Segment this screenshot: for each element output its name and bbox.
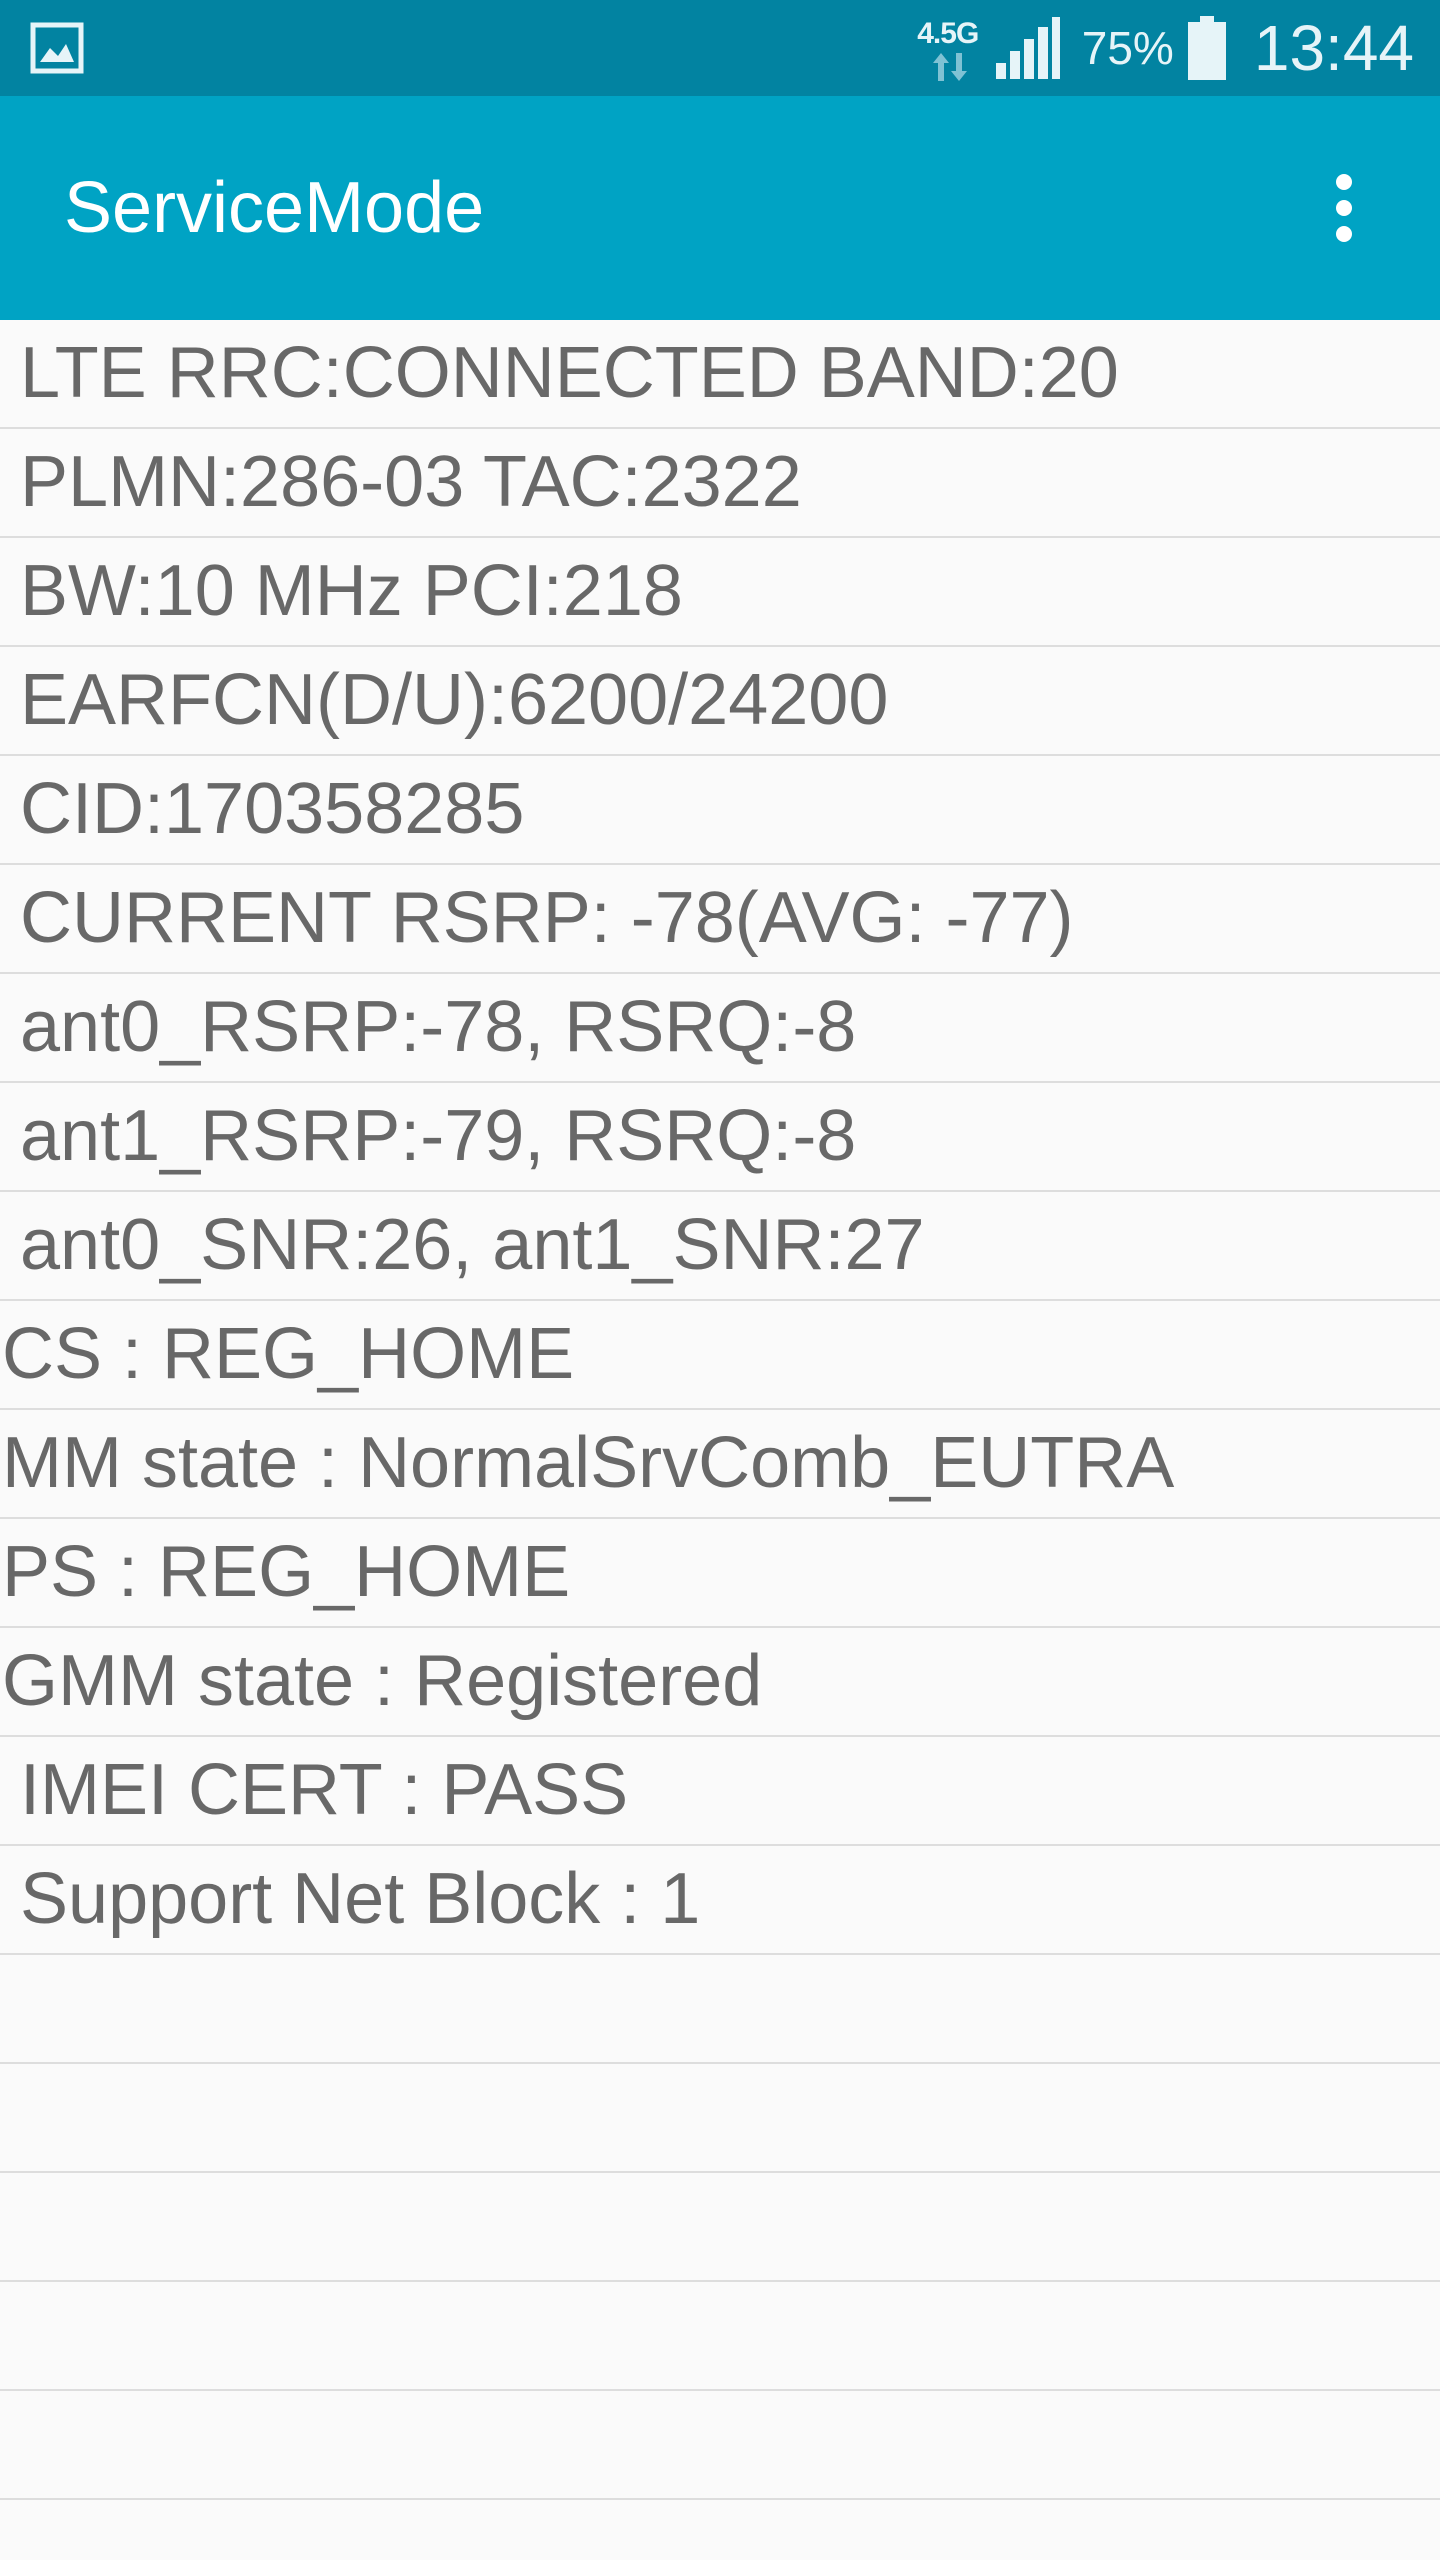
- list-item: ant0_SNR:26, ant1_SNR:27: [0, 1192, 1440, 1301]
- signal-icon: [995, 17, 1060, 79]
- app-bar: ServiceMode: [0, 96, 1440, 320]
- list-item-text: ant0_RSRP:-78, RSRQ:-8: [20, 987, 857, 1067]
- data-arrows-icon: [932, 53, 967, 81]
- list-item: LTE RRC:CONNECTED BAND:20: [0, 320, 1440, 429]
- list-item: MM state : NormalSrvComb_EUTRA: [0, 1410, 1440, 1519]
- list-item: CURRENT RSRP: -78(AVG: -77): [0, 865, 1440, 974]
- app-title: ServiceMode: [64, 168, 485, 248]
- battery-icon: [1187, 16, 1226, 80]
- list-item: PS : REG_HOME: [0, 1519, 1440, 1628]
- list-item-text: BW:10 MHz PCI:218: [20, 551, 683, 631]
- status-bar: 4.5G 75% 13:44: [0, 0, 1440, 96]
- list-item: [0, 2391, 1440, 2500]
- list-item: [0, 2282, 1440, 2391]
- clock: 13:44: [1253, 12, 1414, 84]
- list-item-text: CURRENT RSRP: -78(AVG: -77): [20, 878, 1074, 958]
- list-item-text: MM state : NormalSrvComb_EUTRA: [2, 1423, 1175, 1503]
- list-item: ant0_RSRP:-78, RSRQ:-8: [0, 974, 1440, 1083]
- more-vert-dot: [1336, 200, 1352, 216]
- list-item: BW:10 MHz PCI:218: [0, 538, 1440, 647]
- gallery-icon: [30, 22, 84, 74]
- list-item: Support Net Block : 1: [0, 1846, 1440, 1955]
- list-item-text: CID:170358285: [20, 769, 525, 849]
- list-item-text: IMEI CERT : PASS: [20, 1750, 629, 1830]
- list-item-text: CS : REG_HOME: [2, 1314, 575, 1394]
- list-item: EARFCN(D/U):6200/24200: [0, 647, 1440, 756]
- list-item-text: LTE RRC:CONNECTED BAND:20: [20, 333, 1119, 413]
- list-item: CID:170358285: [0, 756, 1440, 865]
- list-item: IMEI CERT : PASS: [0, 1737, 1440, 1846]
- list-item-text: PLMN:286-03 TAC:2322: [20, 442, 802, 522]
- battery-percent: 75%: [1081, 22, 1174, 74]
- service-mode-list[interactable]: LTE RRC:CONNECTED BAND:20 PLMN:286-03 TA…: [0, 320, 1440, 2500]
- more-options-button[interactable]: [1304, 158, 1384, 258]
- list-item: GMM state : Registered: [0, 1628, 1440, 1737]
- list-item: CS : REG_HOME: [0, 1301, 1440, 1410]
- network-type-label: 4.5G: [917, 17, 979, 50]
- list-item-text: ant1_RSRP:-79, RSRQ:-8: [20, 1096, 857, 1176]
- list-item: [0, 2064, 1440, 2173]
- list-item-text: GMM state : Registered: [2, 1641, 763, 1721]
- list-item: [0, 2173, 1440, 2282]
- list-item: ant1_RSRP:-79, RSRQ:-8: [0, 1083, 1440, 1192]
- list-item-text: ant0_SNR:26, ant1_SNR:27: [20, 1205, 925, 1285]
- list-item-text: EARFCN(D/U):6200/24200: [20, 660, 889, 740]
- list-item: PLMN:286-03 TAC:2322: [0, 429, 1440, 538]
- more-vert-icon: [1336, 174, 1352, 190]
- more-vert-dot: [1336, 226, 1352, 242]
- list-item: [0, 1955, 1440, 2064]
- list-item-text: Support Net Block : 1: [20, 1859, 701, 1939]
- list-item-text: PS : REG_HOME: [2, 1532, 571, 1612]
- network-type-indicator: 4.5G: [912, 13, 984, 83]
